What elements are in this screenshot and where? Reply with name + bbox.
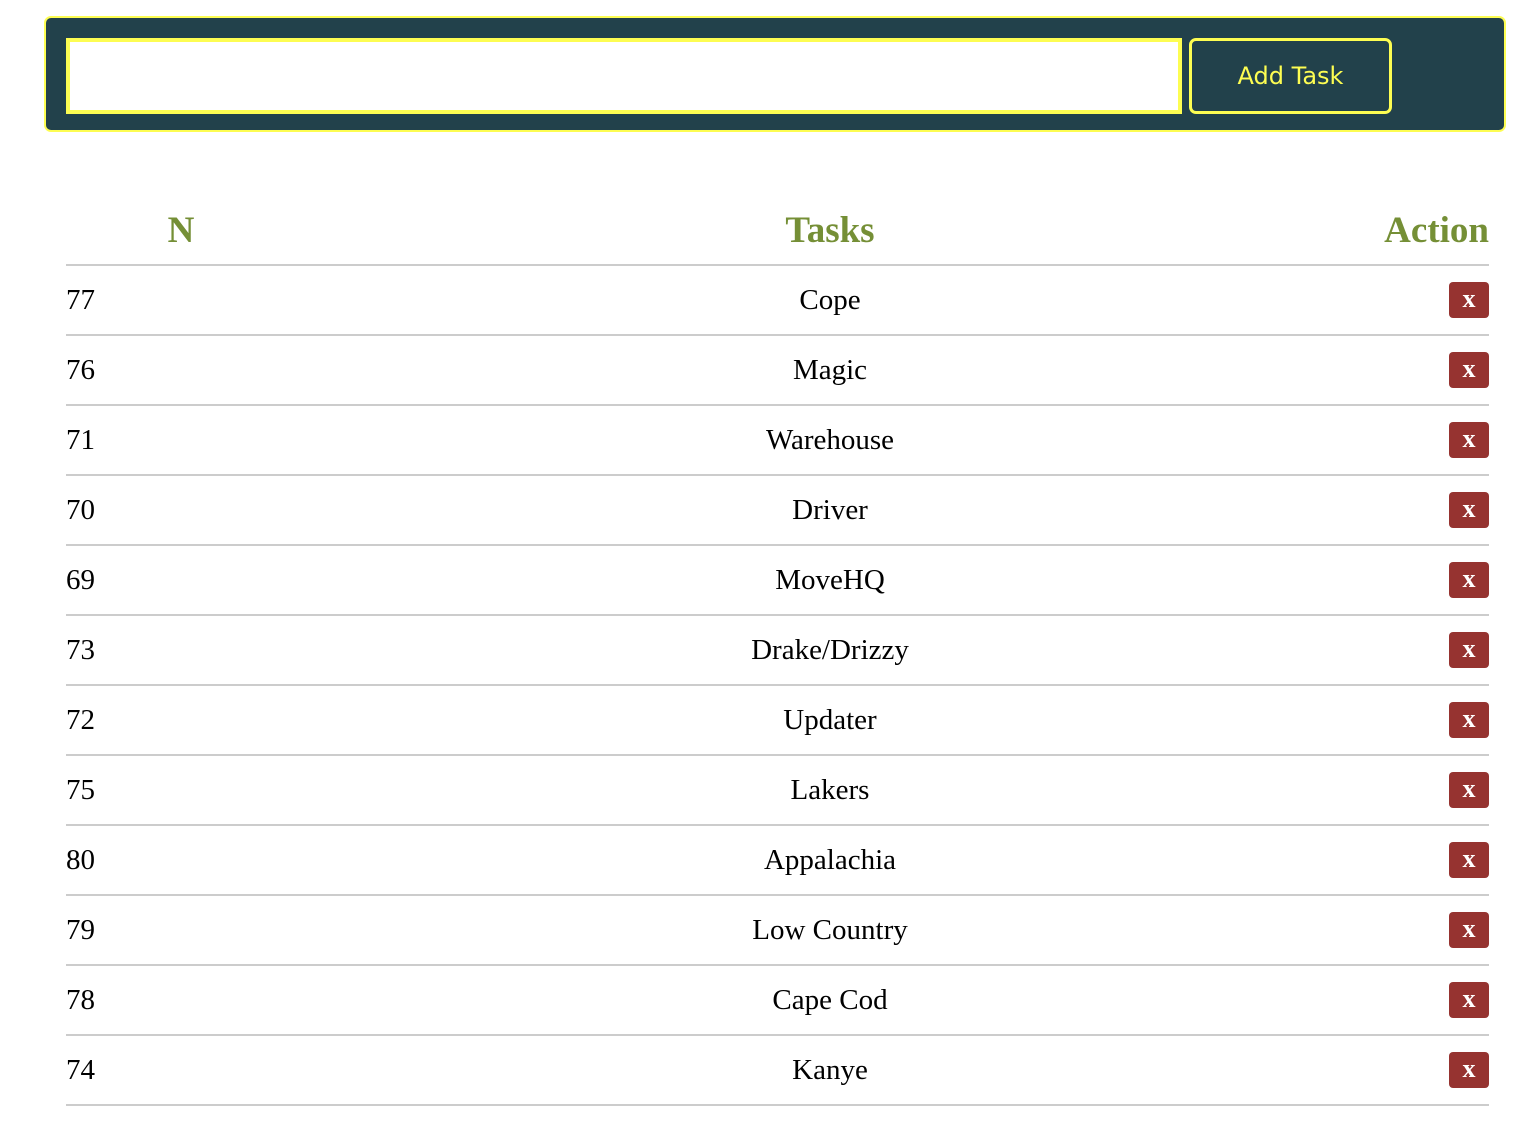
task-name: MoveHQ bbox=[296, 545, 1364, 616]
table-row: 77 Cope x bbox=[66, 265, 1489, 336]
task-number: 77 bbox=[66, 265, 296, 336]
task-name: Appalachia bbox=[296, 825, 1364, 896]
action-cell: x bbox=[1364, 685, 1489, 756]
delete-task-button[interactable]: x bbox=[1449, 492, 1489, 529]
task-number: 75 bbox=[66, 755, 296, 826]
task-number: 76 bbox=[66, 335, 296, 406]
task-name: Kanye bbox=[296, 1035, 1364, 1106]
delete-task-button[interactable]: x bbox=[1449, 422, 1489, 459]
action-cell: x bbox=[1364, 965, 1489, 1036]
action-cell: x bbox=[1364, 1035, 1489, 1106]
delete-task-button[interactable]: x bbox=[1449, 562, 1489, 599]
task-number: 69 bbox=[66, 545, 296, 616]
task-number: 80 bbox=[66, 825, 296, 896]
action-cell: x bbox=[1364, 265, 1489, 336]
table-row: 69 MoveHQ x bbox=[66, 545, 1489, 616]
tasks-body: 77 Cope x 76 Magic x 71 Warehouse x 70 Driver x 69 Mo… bbox=[66, 265, 1489, 1106]
table-row: 78 Cape Cod x bbox=[66, 965, 1489, 1036]
table-row: 70 Driver x bbox=[66, 475, 1489, 546]
delete-task-button[interactable]: x bbox=[1449, 702, 1489, 739]
delete-task-button[interactable]: x bbox=[1449, 632, 1489, 669]
action-cell: x bbox=[1364, 405, 1489, 476]
table-row: 72 Updater x bbox=[66, 685, 1489, 756]
action-cell: x bbox=[1364, 615, 1489, 686]
task-name: Low Country bbox=[296, 895, 1364, 966]
delete-task-button[interactable]: x bbox=[1449, 1052, 1489, 1089]
table-row: 80 Appalachia x bbox=[66, 825, 1489, 896]
delete-task-button[interactable]: x bbox=[1449, 282, 1489, 319]
task-name: Magic bbox=[296, 335, 1364, 406]
table-row: 73 Drake/Drizzy x bbox=[66, 615, 1489, 686]
header-action: Action bbox=[1364, 196, 1489, 266]
tasks-table: N Tasks Action 77 Cope x 76 Magic x 71 Warehous… bbox=[66, 196, 1489, 1106]
action-cell: x bbox=[1364, 825, 1489, 896]
task-name: Cape Cod bbox=[296, 965, 1364, 1036]
delete-task-button[interactable]: x bbox=[1449, 982, 1489, 1019]
task-name: Cope bbox=[296, 265, 1364, 336]
table-row: 75 Lakers x bbox=[66, 755, 1489, 826]
task-name: Updater bbox=[296, 685, 1364, 756]
task-number: 78 bbox=[66, 965, 296, 1036]
header-tasks: Tasks bbox=[296, 196, 1364, 266]
task-name: Warehouse bbox=[296, 405, 1364, 476]
task-number: 70 bbox=[66, 475, 296, 546]
add-task-button[interactable]: Add Task bbox=[1189, 38, 1392, 114]
action-cell: x bbox=[1364, 545, 1489, 616]
task-input[interactable] bbox=[66, 38, 1182, 114]
action-cell: x bbox=[1364, 895, 1489, 966]
table-header-row: N Tasks Action bbox=[66, 196, 1489, 266]
add-task-form: Add Task bbox=[44, 16, 1506, 132]
task-number: 74 bbox=[66, 1035, 296, 1106]
task-name: Driver bbox=[296, 475, 1364, 546]
table-row: 74 Kanye x bbox=[66, 1035, 1489, 1106]
task-number: 71 bbox=[66, 405, 296, 476]
delete-task-button[interactable]: x bbox=[1449, 842, 1489, 879]
task-number: 79 bbox=[66, 895, 296, 966]
table-row: 76 Magic x bbox=[66, 335, 1489, 406]
table-row: 79 Low Country x bbox=[66, 895, 1489, 966]
task-number: 72 bbox=[66, 685, 296, 756]
delete-task-button[interactable]: x bbox=[1449, 772, 1489, 809]
header-n: N bbox=[66, 196, 296, 266]
action-cell: x bbox=[1364, 755, 1489, 826]
task-name: Lakers bbox=[296, 755, 1364, 826]
table-row: 71 Warehouse x bbox=[66, 405, 1489, 476]
task-name: Drake/Drizzy bbox=[296, 615, 1364, 686]
task-number: 73 bbox=[66, 615, 296, 686]
delete-task-button[interactable]: x bbox=[1449, 352, 1489, 389]
action-cell: x bbox=[1364, 335, 1489, 406]
action-cell: x bbox=[1364, 475, 1489, 546]
delete-task-button[interactable]: x bbox=[1449, 912, 1489, 949]
